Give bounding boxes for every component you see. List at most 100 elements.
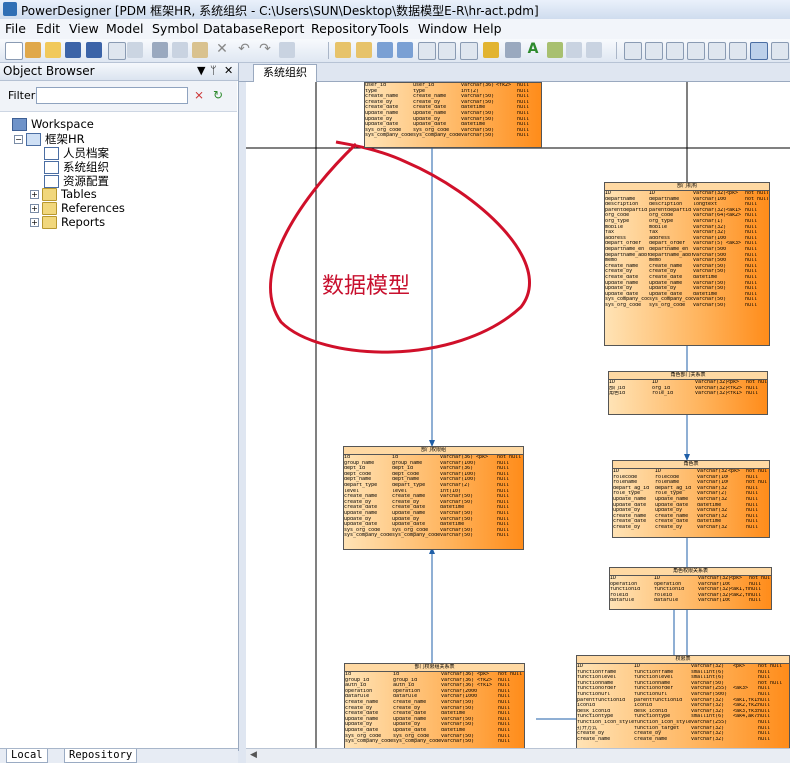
- filter-input[interactable]: [36, 87, 188, 104]
- tab-repository[interactable]: Repository: [64, 749, 138, 763]
- dropdown-icon[interactable]: ▼: [197, 64, 205, 77]
- table-rows: ID ID varchar(32) <pk> not null functionframe…: [577, 664, 789, 742]
- tree-item-references[interactable]: + References: [30, 201, 125, 215]
- column-cell: <pk>: [733, 664, 746, 669]
- expand-icon[interactable]: +: [30, 190, 39, 199]
- menu-repository[interactable]: Repository: [311, 21, 377, 36]
- toolbar: ✕ ↶ ↷ A: [0, 39, 790, 63]
- menu-window[interactable]: Window: [418, 21, 467, 36]
- column-cell: <fk1>: [727, 391, 743, 397]
- tree-item-reports[interactable]: + Reports: [30, 215, 105, 229]
- view-3-icon[interactable]: [666, 42, 684, 60]
- horizontal-scrollbar[interactable]: ◀: [246, 748, 790, 763]
- object-browser-toggle-icon[interactable]: [750, 42, 768, 60]
- table-rows: ID ID varchar(32)<pk> not null departname dep…: [605, 191, 769, 308]
- fill-icon[interactable]: [505, 42, 521, 58]
- table-column-row: create_by create_by varchar(32) null: [613, 525, 769, 531]
- model-explorer-icon[interactable]: [335, 42, 351, 58]
- close-icon[interactable]: ✕: [224, 64, 233, 77]
- menu-help[interactable]: Help: [473, 21, 502, 36]
- menu-symbol[interactable]: Symbol: [152, 21, 199, 36]
- scroll-left-icon[interactable]: ◀: [250, 750, 257, 760]
- undo-icon[interactable]: ↶: [236, 42, 252, 58]
- filter-bar: Filter: ⨯ ↻: [0, 81, 237, 112]
- diagram-icon[interactable]: [356, 42, 372, 58]
- title-bar: PowerDesigner [PDM 框架HR, 系统组织 - C:\Users…: [0, 0, 790, 20]
- copy-icon[interactable]: [172, 42, 188, 58]
- pin-icon[interactable]: ᛘ: [210, 64, 217, 77]
- print-icon[interactable]: [127, 42, 143, 58]
- table-column-row: sys_company_codesys_company_codevarchar(…: [345, 739, 524, 745]
- column-cell: <fk1>: [477, 683, 493, 689]
- format-icon[interactable]: [547, 42, 563, 58]
- menu-bar: File Edit View Model Symbol Database Rep…: [0, 19, 790, 40]
- table-column-row: datarule datarule varchar(1000) null: [610, 598, 771, 604]
- column-cell: <pk>: [726, 191, 739, 196]
- table-title: 部门权限组关系表: [345, 664, 524, 672]
- arrow-icon[interactable]: [586, 42, 602, 58]
- cut-icon[interactable]: [152, 42, 168, 58]
- menu-edit[interactable]: Edit: [36, 21, 60, 36]
- new-icon[interactable]: [5, 42, 23, 60]
- menu-view[interactable]: View: [69, 21, 99, 36]
- properties-icon[interactable]: [279, 42, 295, 58]
- view-4-icon[interactable]: [687, 42, 705, 60]
- table-department[interactable]: 部门机构 ID ID varchar(32)<pk> not null departna…: [604, 182, 770, 346]
- table-dept-group[interactable]: 部门权限组 id id varchar(36) <pk> not null group_n…: [343, 446, 524, 550]
- menu-tools[interactable]: Tools: [378, 21, 409, 36]
- workspace-icon: [12, 118, 27, 131]
- tab-local[interactable]: Local: [6, 749, 48, 763]
- table-function[interactable]: 权限表 ID ID varchar(32) <pk> not null functionf…: [576, 655, 790, 748]
- column-cell: role_id: [652, 391, 674, 397]
- paste-icon[interactable]: [192, 42, 208, 58]
- group-icon[interactable]: [418, 42, 436, 60]
- list-icon[interactable]: [397, 42, 413, 58]
- tree-item-model[interactable]: − 框架HR: [14, 131, 85, 146]
- clear-filter-icon[interactable]: ⨯: [194, 88, 208, 102]
- column-cell: create_name: [577, 736, 611, 742]
- view-6-icon[interactable]: [729, 42, 747, 60]
- tree-item-tables[interactable]: + Tables: [30, 187, 97, 201]
- tree-item-workspace[interactable]: Workspace: [12, 117, 94, 131]
- package-icon[interactable]: [377, 42, 393, 58]
- table-role[interactable]: 角色表 ID ID varchar(32)<pk> not null rolecode r…: [612, 460, 770, 538]
- arrange-icon[interactable]: [566, 42, 582, 58]
- ungroup-icon[interactable]: [438, 42, 456, 60]
- table-icon[interactable]: [460, 42, 478, 60]
- view-1-icon[interactable]: [624, 42, 642, 60]
- menu-report[interactable]: Report: [263, 21, 304, 36]
- table-column-row: sys_company_codesys_company_codevarchar(…: [365, 133, 541, 139]
- print-preview-icon[interactable]: [108, 42, 126, 60]
- table-role-function[interactable]: 角色权限关系表 ID ID varchar(32)<pk> not null opera…: [609, 567, 772, 610]
- annotation-text: 数据模型: [322, 274, 411, 299]
- new-model-icon[interactable]: [25, 42, 41, 58]
- expand-icon[interactable]: +: [30, 218, 39, 227]
- open-icon[interactable]: [45, 42, 61, 58]
- save-icon[interactable]: [65, 42, 81, 58]
- table-title: 角色表: [613, 461, 769, 469]
- tree-item-diagram-1[interactable]: 人员档案: [44, 145, 109, 160]
- table-dept-group-auth[interactable]: 部门权限组关系表 id id varchar(36) <pk> not null grou…: [344, 663, 525, 748]
- tab-diagram[interactable]: 系统组织: [253, 64, 317, 82]
- expand-icon[interactable]: +: [30, 204, 39, 213]
- save-all-icon[interactable]: [86, 42, 102, 58]
- menu-file[interactable]: File: [5, 21, 26, 36]
- column-cell: 角色id: [609, 391, 626, 397]
- browser-bottom-tabs: Local Repository: [0, 748, 238, 763]
- tree-item-diagram-2[interactable]: 系统组织: [44, 159, 109, 174]
- refresh-icon[interactable]: ↻: [213, 88, 227, 102]
- pencil-icon[interactable]: [483, 42, 499, 58]
- menu-database[interactable]: Database: [203, 21, 263, 36]
- tree-item-diagram-3[interactable]: 资源配置: [44, 173, 109, 188]
- output-toggle-icon[interactable]: [771, 42, 789, 60]
- menu-model[interactable]: Model: [106, 21, 144, 36]
- redo-icon[interactable]: ↷: [257, 42, 273, 58]
- view-5-icon[interactable]: [708, 42, 726, 60]
- delete-icon[interactable]: ✕: [214, 42, 230, 58]
- font-icon[interactable]: A: [525, 42, 541, 58]
- diagram-canvas[interactable]: user_id user_id varchar(36) <fk2> null type ty…: [246, 82, 790, 748]
- table-user-org[interactable]: user_id user_id varchar(36) <fk2> null type ty…: [364, 82, 542, 148]
- table-role-org[interactable]: 角色部门关系表 ID ID varchar(32)<pk> not null 部门id o…: [608, 371, 768, 415]
- view-2-icon[interactable]: [645, 42, 663, 60]
- collapse-icon[interactable]: −: [14, 135, 23, 144]
